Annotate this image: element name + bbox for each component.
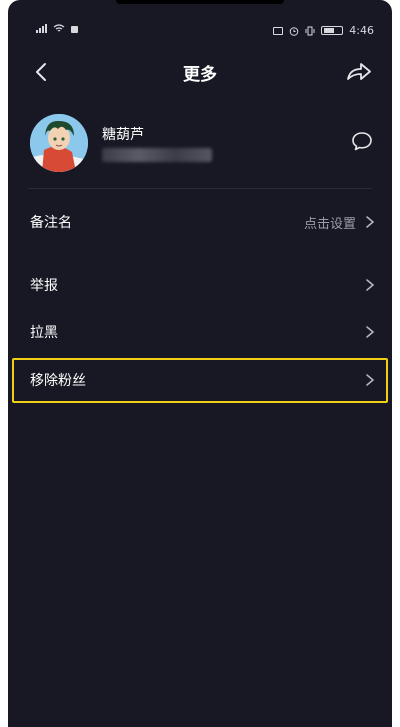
remark-value: 点击设置	[303, 217, 356, 232]
profile-id-blurred	[102, 148, 212, 162]
header-bar: 更多	[8, 48, 392, 96]
status-left	[36, 24, 78, 33]
status-right: 4:46	[273, 24, 374, 37]
page-title: 更多	[183, 65, 217, 85]
avatar-illustration	[30, 114, 88, 172]
nfc-icon	[273, 26, 284, 35]
share-icon[interactable]	[344, 58, 374, 86]
battery-icon	[321, 26, 344, 35]
report-label: 举报	[30, 278, 58, 294]
menu-item-block[interactable]: 拉黑	[8, 312, 392, 352]
clock: 4:46	[349, 24, 374, 37]
profile-name: 糖葫芦	[102, 127, 144, 143]
chevron-right-icon	[366, 216, 375, 228]
avatar[interactable]	[30, 114, 88, 172]
vibrate-icon	[305, 26, 315, 35]
block-label: 拉黑	[30, 325, 58, 341]
profile-card[interactable]: 糖葫芦	[8, 110, 392, 180]
divider	[28, 188, 372, 189]
menu-item-report[interactable]: 举报	[8, 265, 392, 305]
chat-bubble-icon[interactable]	[350, 130, 374, 152]
remark-label: 备注名	[30, 215, 72, 231]
notification-icon	[71, 26, 78, 33]
status-bar: 4:46	[8, 0, 392, 40]
wifi-icon	[53, 24, 65, 32]
highlight-frame	[12, 358, 388, 403]
phone-screen: 4:46 更多 糖葫芦 备注名 点击设置 举报 拉黑 移除粉丝	[8, 0, 392, 727]
chevron-right-icon	[366, 279, 375, 291]
signal-icon	[36, 24, 47, 33]
alarm-icon	[289, 26, 299, 36]
chevron-right-icon	[366, 326, 375, 338]
menu-item-remark[interactable]: 备注名 点击设置	[8, 202, 392, 242]
